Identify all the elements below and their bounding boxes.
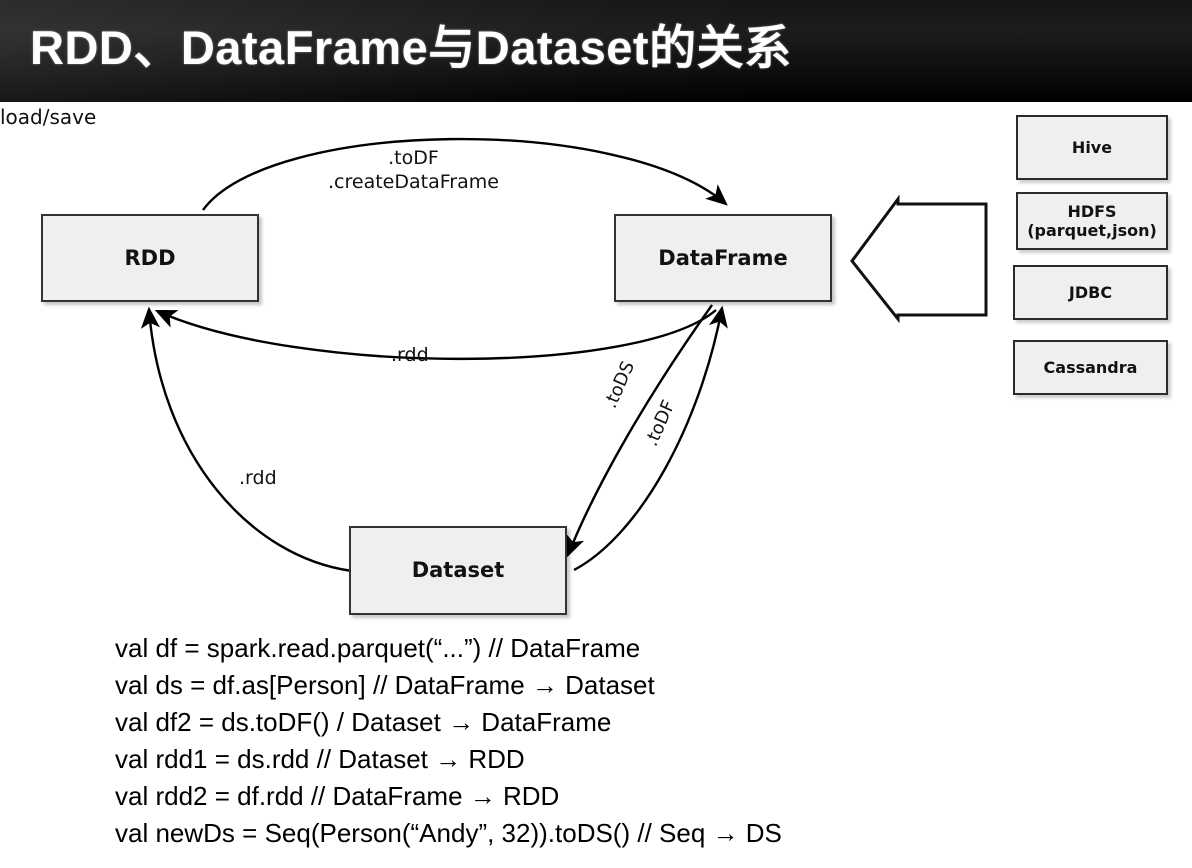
edge-label-dataset-to-rdd: .rdd (239, 467, 277, 489)
code-line: val rdd2 = df.rdd // DataFrame → RDD (115, 781, 560, 811)
node-hdfs-label: HDFS (parquet,json) (1027, 201, 1157, 240)
page-title: RDD、DataFrame与Dataset的关系 (30, 21, 792, 74)
node-dataframe[interactable]: DataFrame (614, 214, 832, 302)
node-hive[interactable]: Hive (1016, 115, 1168, 180)
code-line: val df2 = ds.toDF() / Dataset → DataFram… (115, 707, 612, 737)
node-dataset-label: Dataset (411, 558, 505, 583)
edge-dataset-to-rdd (140, 306, 353, 573)
code-line: val newDs = Seq(Person(“Andy”, 32)).toDS… (115, 818, 782, 848)
node-rdd-label: RDD (124, 245, 176, 270)
node-rdd[interactable]: RDD (41, 214, 259, 302)
edge-label-dataframe-to-rdd: .rdd (391, 344, 429, 366)
node-cassandra-label: Cassandra (1043, 357, 1138, 377)
node-jdbc[interactable]: JDBC (1013, 265, 1168, 320)
code-block: val df = spark.read.parquet(“...”) // Da… (115, 630, 1115, 852)
code-line: val ds = df.as[Person] // DataFrame → Da… (115, 670, 655, 700)
node-dataframe-label: DataFrame (658, 245, 788, 270)
code-line: val rdd1 = ds.rdd // Dataset → RDD (115, 744, 525, 774)
load-save-arrow-shape (850, 194, 988, 324)
code-line: val df = spark.read.parquet(“...”) // Da… (115, 633, 641, 663)
title-bar: RDD、DataFrame与Dataset的关系 (0, 0, 1192, 102)
node-dataset[interactable]: Dataset (349, 526, 567, 615)
node-hdfs[interactable]: HDFS (parquet,json) (1016, 192, 1168, 250)
node-cassandra[interactable]: Cassandra (1013, 340, 1168, 395)
relationship-diagram: RDD DataFrame Dataset Hive HDFS (parquet… (0, 105, 1192, 635)
edge-dataframe-to-rdd (154, 309, 717, 361)
node-jdbc-label: JDBC (1068, 282, 1113, 302)
node-hive-label: Hive (1071, 137, 1113, 157)
edge-label-rdd-to-dataframe: .toDF .createDataFrame (328, 147, 499, 193)
